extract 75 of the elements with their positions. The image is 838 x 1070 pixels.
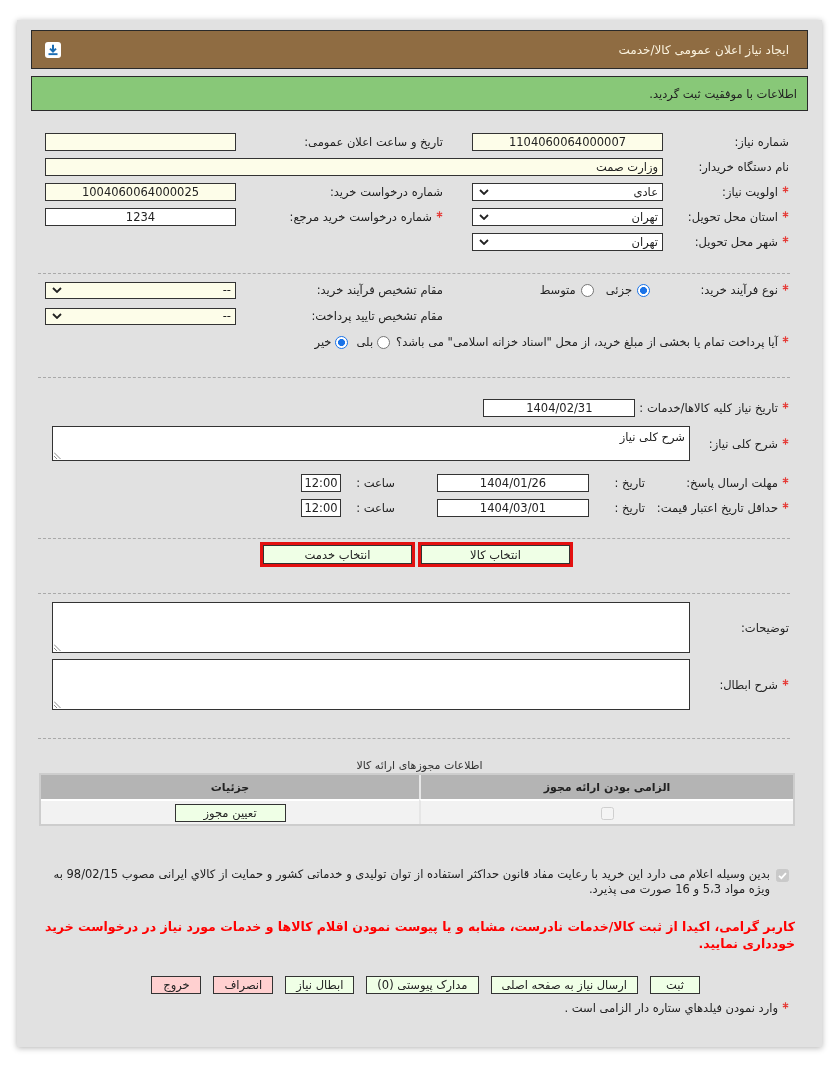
field-label: تاریخ : xyxy=(614,476,645,490)
set-permit-button[interactable]: تعیین مجوز xyxy=(174,803,286,822)
date-field[interactable]: 1404/01/26 xyxy=(437,474,589,492)
dropdown[interactable]: -- xyxy=(45,281,236,299)
option-label: متوسط xyxy=(539,283,576,297)
declaration-text: بدین وسیله اعلام می دارد این خرید با رعایت مفاد قانون حداکثر استفاده از توان تولیدی و خدماتی کشور و حمایت از کالاي ایرانی مصوب 98/02/15 به ویژه مواد 5،3 و 16 صورت می پذیرد. xyxy=(52,867,770,897)
text-area[interactable] xyxy=(52,602,690,653)
dropdown[interactable]: تهران xyxy=(472,207,663,226)
field-label: شرح کلی نیاز: xyxy=(708,436,778,451)
chevron-down-icon xyxy=(479,238,489,245)
input-field[interactable]: 1234 xyxy=(45,207,236,226)
text-area[interactable]: شرح کلی نیاز xyxy=(52,426,690,461)
resize-grip-icon[interactable] xyxy=(54,451,62,459)
required-asterisk-icon xyxy=(782,1002,789,1009)
field-label: نام دستگاه خریدار: xyxy=(698,159,789,174)
field-label: مهلت ارسال پاسخ: xyxy=(686,476,778,490)
field-label: ساعت : xyxy=(356,476,395,490)
column-header: الزامی بودن ارائه مجوز xyxy=(419,775,793,799)
chevron-down-icon xyxy=(52,313,62,319)
text-area[interactable] xyxy=(52,659,690,710)
required-note: وارد نمودن فیلدهاي ستاره دار الزامی است . xyxy=(564,1001,778,1015)
input-field[interactable]: 1104060064000007 xyxy=(472,132,663,151)
dropdown[interactable]: تهران xyxy=(472,232,663,251)
field-label: توضیحات: xyxy=(741,620,789,635)
table-caption: اطلاعات مجوزهای ارائه کالا xyxy=(356,759,483,772)
action-button[interactable]: ارسال نیاز به صفحه اصلی xyxy=(490,976,638,994)
action-button[interactable]: مدارک پیوستی (0) xyxy=(366,976,479,994)
dropdown[interactable]: -- xyxy=(45,307,236,325)
select-item-button[interactable]: انتخاب کالا xyxy=(418,542,573,567)
page-title: ایجاد نیاز اعلان عمومی کالا/خدمت xyxy=(618,42,789,57)
field-label: شماره درخواست خرید: xyxy=(329,184,443,199)
time-field[interactable]: 12:00 xyxy=(301,499,341,517)
dropdown[interactable]: عادی xyxy=(472,182,663,201)
input-field[interactable] xyxy=(45,132,236,151)
date-field[interactable]: 1404/03/01 xyxy=(437,499,589,517)
radio-button[interactable] xyxy=(637,283,650,297)
field-label: مقام تشخیص تایید پرداخت: xyxy=(311,309,443,323)
radio-button[interactable] xyxy=(335,335,349,349)
field-label: حداقل تاریخ اعتبار قیمت: xyxy=(656,501,778,515)
resize-grip-icon[interactable] xyxy=(54,700,62,708)
radio-button[interactable] xyxy=(377,335,391,349)
column-header: جزئیات xyxy=(41,775,419,799)
success-message: اطلاعات با موفقیت ثبت گردید. xyxy=(31,76,808,111)
field-label: تاریخ : xyxy=(614,501,645,515)
option-label: بلی xyxy=(356,335,374,349)
date-field[interactable]: 1404/02/31 xyxy=(483,399,636,417)
field-label: مقام تشخیص فرآیند خرید: xyxy=(316,283,443,297)
question-label: آیا پرداخت تمام یا بخشی از مبلغ خرید، از محل "اسناد خزانه اسلامی" می باشد؟ xyxy=(396,335,778,349)
input-field[interactable]: وزارت صمت xyxy=(45,157,663,176)
input-field[interactable]: 1004060064000025 xyxy=(45,182,236,201)
chevron-down-icon xyxy=(479,213,489,220)
download-icon[interactable] xyxy=(45,41,61,58)
time-field[interactable]: 12:00 xyxy=(301,474,341,492)
field-label: شهر محل تحویل: xyxy=(694,234,778,249)
field-label: اولویت نیاز: xyxy=(722,184,778,199)
field-label: تاریخ نیاز کلیه کالاها/خدمات : xyxy=(639,401,778,415)
field-label: تاریخ و ساعت اعلان عمومی: xyxy=(304,134,443,149)
chevron-down-icon xyxy=(479,188,489,195)
action-button[interactable]: خروج xyxy=(151,976,202,994)
field-label: نوع فرآیند خرید: xyxy=(700,283,778,297)
action-button[interactable]: ابطال نیاز xyxy=(285,976,355,994)
field-label: شرح ابطال: xyxy=(719,677,778,692)
field-label: ساعت : xyxy=(356,501,395,515)
chevron-down-icon xyxy=(52,287,62,293)
field-label: استان محل تحویل: xyxy=(687,209,778,224)
resize-grip-icon[interactable] xyxy=(54,643,62,651)
action-button[interactable]: انصراف xyxy=(213,976,274,994)
option-label: جزئی xyxy=(605,283,632,297)
warning-text: کاربر گرامی، اکیدا از ثبت کالا/خدمات نادرست، مشابه و یا پیوست نمودن اقلام کالاها و خدمات مورد نیاز در درخواست خرید خودداری نمایید. xyxy=(43,918,796,952)
field-label: شماره نیاز: xyxy=(734,134,789,149)
option-label: خیر xyxy=(314,335,332,349)
field-label: شماره درخواست خرید مرجع: xyxy=(289,209,432,224)
select-item-button[interactable]: انتخاب خدمت xyxy=(260,542,415,567)
radio-button[interactable] xyxy=(580,283,594,297)
action-button[interactable]: ثبت xyxy=(650,976,700,994)
